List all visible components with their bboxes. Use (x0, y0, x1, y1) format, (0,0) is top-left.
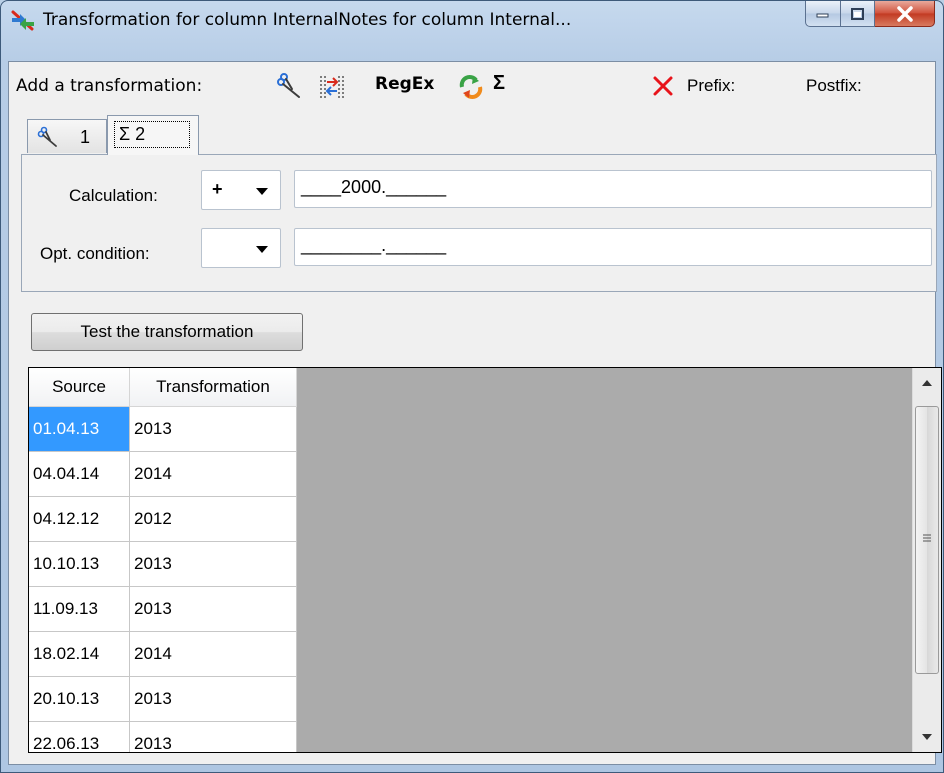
split-columns-icon[interactable] (318, 73, 346, 101)
window-title: Transformation for column InternalNotes … (43, 10, 572, 30)
transformation-cell[interactable]: 2014 (129, 631, 297, 677)
tab-2-panel: Calculation: + ____2000.______ Opt. cond… (21, 154, 937, 292)
transformation-cell[interactable]: 2013 (129, 541, 297, 587)
preview-grid[interactable]: Source Transformation 01.04.13 2013 04.04… (28, 367, 942, 753)
maximize-button[interactable] (841, 1, 875, 27)
dialog-content: Add a transformation: RegEx Σ Prefix: Po… (8, 61, 942, 765)
close-button[interactable] (875, 1, 935, 27)
add-transformation-label: Add a transformation: (16, 76, 203, 96)
tab-2[interactable]: Σ 2 (107, 115, 199, 155)
transformation-app-icon (11, 10, 34, 31)
source-cell[interactable]: 04.12.12 (29, 496, 130, 542)
sigma-calculation-button[interactable]: Σ (493, 72, 505, 95)
table-row[interactable]: 01.04.13 2013 (29, 406, 297, 452)
table-row[interactable]: 04.12.12 2012 (29, 496, 297, 542)
column-header-transformation[interactable]: Transformation (129, 368, 297, 407)
transformation-cell[interactable]: 2014 (129, 451, 297, 497)
source-cell[interactable]: 18.02.14 (29, 631, 130, 677)
prefix-label[interactable]: Prefix: (687, 76, 735, 96)
transformation-cell[interactable]: 2013 (129, 406, 297, 452)
table-row[interactable]: 20.10.13 2013 (29, 676, 297, 722)
transformation-toolbar: Add a transformation: RegEx Σ Prefix: Po… (9, 62, 935, 112)
transformation-cell[interactable]: 2013 (129, 586, 297, 632)
transformation-window: Transformation for column InternalNotes … (0, 0, 944, 773)
table-row[interactable]: 04.04.14 2014 (29, 451, 297, 497)
source-cell[interactable]: 10.10.13 (29, 541, 130, 587)
chevron-down-icon (256, 188, 268, 195)
tab-2-label: Σ 2 (119, 124, 146, 144)
tab-1[interactable]: 1 (27, 119, 107, 153)
source-cell[interactable]: 11.09.13 (29, 586, 130, 632)
source-cell[interactable]: 04.04.14 (29, 451, 130, 497)
calculation-operator-select[interactable]: + (201, 170, 281, 210)
source-cell[interactable]: 01.04.13 (29, 406, 130, 452)
scroll-up-arrow-icon[interactable] (913, 368, 941, 398)
maximize-icon (850, 7, 864, 20)
delete-icon[interactable] (651, 74, 675, 98)
condition-operator-select[interactable] (201, 228, 281, 268)
tab-1-label: 1 (80, 127, 91, 147)
calculation-value-input[interactable]: ____2000.______ (294, 170, 932, 208)
grip-icon (923, 534, 931, 542)
table-row[interactable]: 11.09.13 2013 (29, 586, 297, 632)
scissors-icon[interactable] (275, 73, 303, 101)
condition-value-text: ________.______ (301, 235, 447, 255)
calculation-operator-value: + (212, 179, 223, 199)
scroll-down-arrow-icon[interactable] (913, 722, 941, 752)
minimize-button[interactable] (805, 1, 841, 27)
replace-icon[interactable] (457, 73, 485, 101)
condition-value-input[interactable]: ________.______ (294, 228, 932, 266)
calculation-label: Calculation: (69, 186, 158, 205)
table-row[interactable]: 18.02.14 2014 (29, 631, 297, 677)
condition-label: Opt. condition: (40, 244, 150, 263)
source-cell[interactable]: 20.10.13 (29, 676, 130, 722)
scrollbar-thumb[interactable] (915, 406, 939, 674)
table-header-row: Source Transformation (29, 368, 297, 407)
transformation-cell[interactable]: 2013 (129, 676, 297, 722)
postfix-label[interactable]: Postfix: (806, 76, 862, 96)
transformation-cell[interactable]: 2012 (129, 496, 297, 542)
close-icon (896, 5, 913, 22)
vertical-scrollbar[interactable] (912, 368, 941, 752)
transformation-cell[interactable]: 2013 (129, 721, 297, 752)
calculation-value-text: ____2000.______ (301, 177, 447, 197)
chevron-down-icon (256, 246, 268, 253)
scissors-icon (37, 126, 57, 147)
table-row[interactable]: 22.06.13 2013 (29, 721, 297, 752)
column-header-source[interactable]: Source (29, 368, 130, 407)
table-row[interactable]: 10.10.13 2013 (29, 541, 297, 587)
title-bar[interactable]: Transformation for column InternalNotes … (1, 1, 943, 41)
preview-table: Source Transformation 01.04.13 2013 04.04… (29, 368, 297, 752)
test-transformation-button[interactable]: Test the transformation (31, 313, 303, 351)
source-cell[interactable]: 22.06.13 (29, 721, 130, 752)
regex-button[interactable]: RegEx (375, 74, 434, 94)
minimize-icon (816, 13, 829, 17)
